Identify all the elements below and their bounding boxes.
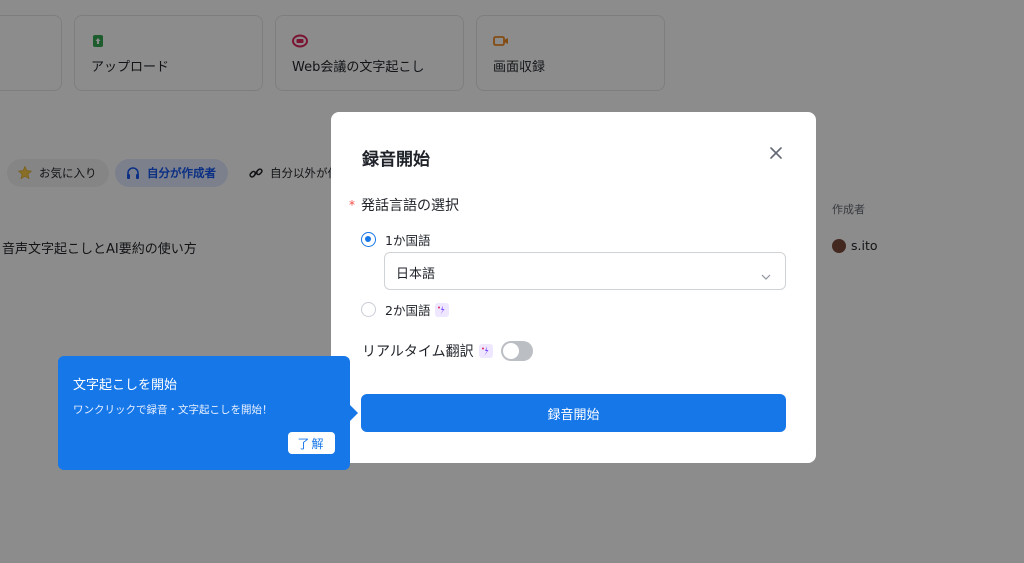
realtime-translation-toggle[interactable] (500, 341, 533, 361)
radio-two-languages-input[interactable] (361, 302, 376, 317)
realtime-translation-row: リアルタイム翻訳 (362, 341, 533, 361)
record-start-dialog: 録音開始 * 発話言語の選択 1か国語 日本語 2か国語 リアルタイム翻訳 録音… (331, 112, 816, 463)
onboarding-tooltip: 文字起こしを開始 ワンクリックで録音・文字起こしを開始！ 了解 (58, 356, 358, 470)
dialog-title: 録音開始 (362, 150, 430, 170)
tooltip-ok-button[interactable]: 了解 (288, 432, 335, 454)
language-select-value: 日本語 (396, 267, 436, 282)
tooltip-title: 文字起こしを開始 (73, 378, 178, 393)
realtime-translation-label: リアルタイム翻訳 (362, 344, 474, 360)
ai-sparkle-icon (478, 344, 493, 358)
close-button[interactable] (765, 142, 787, 164)
radio-one-language-label: 1か国語 (385, 233, 431, 248)
radio-one-language-input[interactable] (361, 232, 376, 247)
radio-one-language[interactable]: 1か国語 (361, 230, 430, 249)
radio-two-languages[interactable]: 2か国語 (361, 300, 450, 319)
radio-two-languages-label: 2か国語 (385, 303, 431, 318)
start-recording-button[interactable]: 録音開始 (361, 394, 786, 432)
close-icon (770, 144, 782, 163)
language-select[interactable]: 日本語 (384, 252, 786, 290)
required-mark: * (349, 198, 355, 212)
tooltip-text: ワンクリックで録音・文字起こしを開始！ (73, 404, 273, 416)
chevron-down-icon (761, 267, 771, 280)
toggle-knob (502, 343, 519, 359)
ai-sparkle-icon (435, 302, 450, 317)
language-label-text: 発話言語の選択 (361, 198, 459, 214)
language-field-label: * 発話言語の選択 (349, 195, 459, 215)
